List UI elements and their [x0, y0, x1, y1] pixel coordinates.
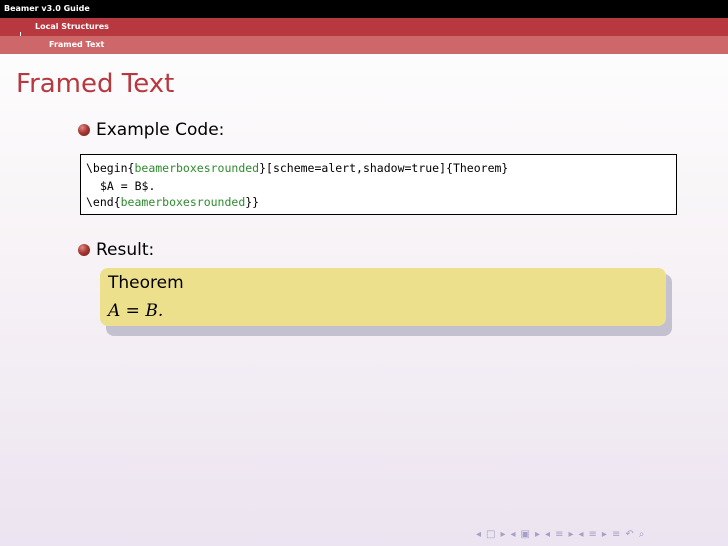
code-keyword: beamerboxesrounded	[120, 195, 246, 209]
code-line: \begin{beamerboxesrounded}[scheme=alert,…	[86, 161, 508, 175]
next-subsection-icon[interactable]: ▸	[602, 529, 607, 540]
prev-frame-icon[interactable]: ◂	[511, 529, 516, 540]
header-subsection-bar: Framed Text	[0, 36, 728, 80]
section-icon[interactable]: ≡	[555, 529, 563, 540]
frame-title: Framed Text	[16, 69, 175, 99]
item-result-label: Result:	[96, 240, 155, 260]
block-body: A = B.	[108, 301, 164, 321]
frame-icon[interactable]: ▣	[521, 529, 530, 540]
prev-section-icon[interactable]: ◂	[545, 529, 550, 540]
bullet-icon	[78, 124, 90, 136]
code-text: }}	[245, 195, 260, 209]
section-link[interactable]: Local Structures	[35, 22, 109, 31]
header-section-bar: Local Structures	[0, 18, 728, 43]
outline-align-icon[interactable]: ≡	[612, 529, 620, 540]
subsection-icon[interactable]: ≡	[589, 529, 597, 540]
search-icon[interactable]: ⌕	[639, 529, 645, 540]
code-text: \begin{	[86, 161, 135, 175]
next-slide-icon[interactable]: ▸	[500, 529, 505, 540]
code-keyword: beamerboxesrounded	[134, 161, 260, 175]
header-title-bar: Beamer v3.0 Guide	[0, 0, 728, 18]
subsection-link[interactable]: Framed Text	[49, 40, 104, 49]
code-text: \end{	[86, 195, 121, 209]
bullet-icon	[78, 244, 90, 256]
item-example-code-label: Example Code:	[96, 120, 225, 140]
next-frame-icon[interactable]: ▸	[535, 529, 540, 540]
code-line: \end{beamerboxesrounded}}	[86, 195, 259, 209]
document-title[interactable]: Beamer v3.0 Guide	[4, 4, 90, 13]
prev-slide-icon[interactable]: ◂	[476, 529, 481, 540]
back-icon[interactable]: ↶	[625, 529, 633, 540]
code-block: \begin{beamerboxesrounded}[scheme=alert,…	[80, 154, 677, 215]
prev-subsection-icon[interactable]: ◂	[578, 529, 583, 540]
next-section-icon[interactable]: ▸	[568, 529, 573, 540]
block-title: Theorem	[108, 273, 184, 293]
code-text: }[scheme=alert,shadow=true]{Theorem}	[259, 161, 509, 175]
code-line: $A = B$.	[100, 179, 156, 193]
theorem-block: Theorem A = B.	[100, 268, 666, 326]
slide-icon[interactable]: □	[486, 529, 495, 540]
navigation-bar: ◂ □ ▸ ◂ ▣ ▸ ◂ ≡ ▸ ◂ ≡ ▸ ≡ ↶ ⌕	[476, 528, 649, 540]
